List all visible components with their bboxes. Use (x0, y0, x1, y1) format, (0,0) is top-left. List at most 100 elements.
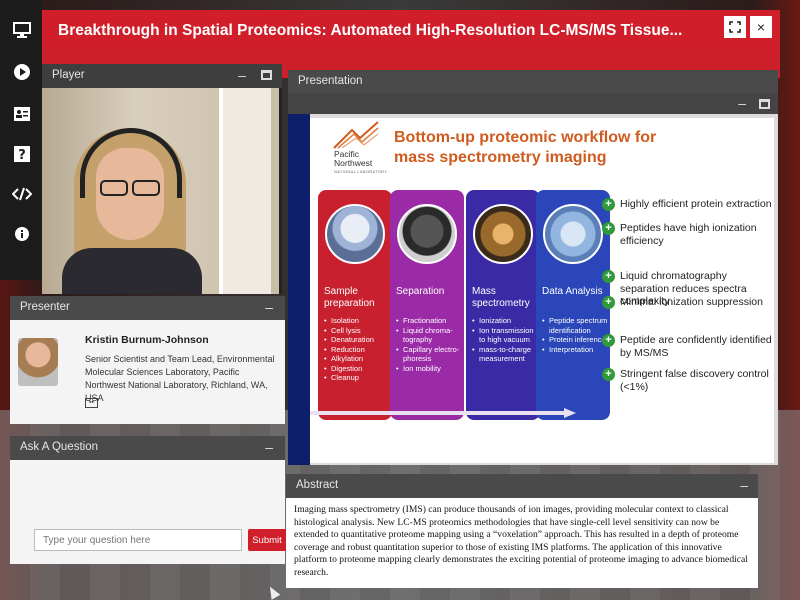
question-title: Ask A Question (20, 441, 98, 453)
benefit-item: + Minimal ionization suppression (602, 296, 774, 309)
title-bar: Breakthrough in Spatial Proteomics: Auto… (42, 10, 780, 52)
benefit-item: + Highly efficient protein extraction (602, 198, 774, 211)
workflow-item: Cell lysis (324, 326, 390, 336)
workflow-item: Digestion (324, 364, 390, 374)
workflow-item: Denaturation (324, 335, 390, 345)
workflow-items: FractionationLiquid chroma-tographyCapil… (396, 316, 462, 373)
workflow-photo (397, 204, 457, 264)
video-player[interactable] (42, 88, 279, 294)
presenter-panel: Presenter – Kristin Burnum-Johnson Senio… (10, 296, 285, 424)
presentation-panel: Presentation – Pacific Northwest NATIONA… (288, 70, 778, 465)
presentation-header: Presentation (288, 70, 778, 94)
question-header: Ask A Question – (10, 436, 285, 460)
abstract-text: Imaging mass spectrometry (IMS) can prod… (294, 504, 748, 578)
slide: Pacific Northwest NATIONAL LABORATORY Bo… (310, 118, 774, 463)
benefit-item: + Peptide are confidently identified by M… (602, 334, 774, 359)
workflow-items: IonizationIon transmission to high vacuu… (472, 316, 538, 364)
plus-icon: + (602, 198, 615, 211)
workflow-item: mass-to-charge measurement (472, 345, 538, 364)
screen-icon[interactable] (12, 20, 32, 40)
benefit-text: Highly efficient protein extraction (620, 198, 772, 210)
benefit-text: Peptides have high ionization efficiency (620, 222, 757, 247)
question-input[interactable] (34, 529, 242, 551)
workflow-column: Separation FractionationLiquid chroma-tog… (390, 190, 464, 420)
plus-icon: + (602, 334, 615, 347)
logo-line-2: Northwest (334, 158, 373, 168)
contact-card-icon[interactable] (12, 104, 32, 124)
maximize-icon[interactable] (261, 70, 272, 80)
workflow-item: Liquid chroma-tography (396, 326, 462, 345)
presenter-name: Kristin Burnum-Johnson (85, 334, 209, 346)
workflow-items: Peptide spectrum identificationProtein i… (542, 316, 608, 354)
workflow-item: Interpretation (542, 345, 608, 355)
workflow-item: Capillary electro-phoresis (396, 345, 462, 364)
workflow-item: Ion mobility (396, 364, 462, 374)
workflow-column-title: Data Analysis (542, 286, 603, 297)
workflow-photo (473, 204, 533, 264)
abstract-header: Abstract – (286, 474, 758, 498)
svg-text:?: ? (18, 148, 26, 162)
workflow-column-title: Mass spectrometry (472, 286, 530, 309)
presenter-title: Presenter (20, 301, 70, 313)
slide-margin (288, 114, 310, 465)
play-icon[interactable] (12, 62, 32, 82)
workflow-items: IsolationCell lysisDenaturationReduction… (324, 316, 390, 383)
workflow-item: Cleanup (324, 373, 390, 383)
workflow-item: Ion transmission to high vacuum (472, 326, 538, 345)
player-panel: Player – (42, 64, 282, 294)
benefit-text: Stringent false discovery control (<1%) (620, 368, 769, 393)
workflow-item: Isolation (324, 316, 390, 326)
workflow-item: Peptide spectrum identification (542, 316, 608, 335)
workflow-item: Protein inference (542, 335, 608, 345)
minimize-icon[interactable]: – (738, 95, 746, 111)
workflow-arrow-icon (310, 408, 576, 418)
minimize-icon[interactable]: – (238, 67, 246, 83)
workflow-photo (543, 204, 603, 264)
help-icon[interactable]: ? (12, 144, 32, 164)
info-icon[interactable] (12, 224, 32, 244)
event-title: Breakthrough in Spatial Proteomics: Auto… (58, 22, 683, 39)
workflow-photo (325, 204, 385, 264)
workflow-item: Reduction (324, 345, 390, 355)
pnnl-logo-icon (333, 121, 379, 149)
maximize-icon[interactable] (759, 99, 770, 109)
minimize-icon[interactable]: – (265, 439, 273, 455)
logo-text: Pacific Northwest (334, 150, 372, 168)
minimize-icon[interactable]: – (265, 299, 273, 315)
benefit-text: Minimal ionization suppression (620, 296, 763, 308)
workflow-column: Mass spectrometry IonizationIon transmiss… (466, 190, 540, 420)
abstract-title: Abstract (296, 479, 339, 491)
workflow-item: Fractionation (396, 316, 462, 326)
plus-icon: + (602, 368, 615, 381)
code-icon[interactable] (12, 184, 32, 204)
benefit-item: + Peptides have high ionization efficienc… (602, 222, 774, 247)
question-panel: Ask A Question – Submit (10, 436, 286, 564)
presenter-header: Presenter – (10, 296, 285, 320)
logo-subtitle: NATIONAL LABORATORY (334, 169, 388, 174)
left-nav: ? (0, 0, 42, 280)
plus-icon: + (602, 270, 615, 283)
workflow-column-title: Sample preparation (324, 286, 375, 309)
workflow-column: Data Analysis Peptide spectrum identifica… (536, 190, 610, 420)
benefit-text: Peptide are confidently identified by MS… (620, 334, 772, 359)
slide-title: Bottom-up proteomic workflow for mass sp… (394, 129, 657, 166)
workflow-item: Ionization (472, 316, 538, 326)
player-header: Player – (42, 64, 282, 88)
workflow-column-title: Separation (396, 286, 445, 297)
plus-icon: + (602, 296, 615, 309)
benefit-item: + Stringent false discovery control (<1%) (602, 368, 774, 393)
contact-card-icon[interactable]: ▪▪ (85, 398, 98, 408)
submit-button[interactable]: Submit (248, 529, 286, 551)
workflow-item: Alkylation (324, 354, 390, 364)
workflow-column: Sample preparation IsolationCell lysisDen… (318, 190, 392, 420)
expand-arrows-icon[interactable] (724, 16, 746, 38)
presentation-toolbar: – (288, 94, 778, 114)
presenter-role: Senior Scientist and Team Lead, Environm… (85, 354, 275, 403)
player-title: Player (52, 69, 85, 81)
abstract-panel: Abstract – Imaging mass spectrometry (IM… (286, 474, 758, 588)
minimize-icon[interactable]: – (740, 477, 748, 493)
presentation-title: Presentation (298, 75, 363, 87)
avatar (18, 338, 58, 386)
plus-icon: + (602, 222, 615, 235)
close-button[interactable]: × (750, 16, 772, 38)
